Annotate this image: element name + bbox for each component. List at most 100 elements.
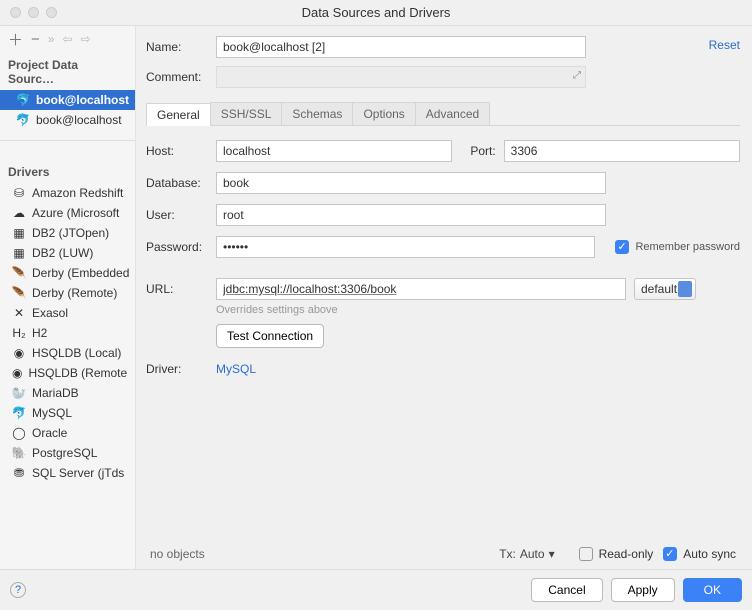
user-input[interactable] — [216, 204, 606, 226]
hsqldb-icon: ◉ — [12, 346, 26, 360]
driver-label: Driver: — [146, 362, 216, 376]
driver-item[interactable]: 🪶Derby (Embedded — [0, 263, 135, 283]
tab-general[interactable]: General — [146, 103, 211, 126]
url-label: URL: — [146, 282, 216, 296]
driver-item[interactable]: 🪶 Derby (Remote) — [0, 283, 135, 303]
no-objects-label: no objects — [150, 547, 205, 561]
driver-label: MariaDB — [32, 386, 79, 400]
data-source-label: book@localhost — [36, 93, 129, 107]
port-label: Port: — [470, 144, 495, 158]
apply-button[interactable]: Apply — [611, 578, 675, 602]
azure-icon: ☁ — [12, 206, 26, 220]
test-connection-button[interactable]: Test Connection — [216, 324, 324, 348]
driver-label: Derby (Remote) — [32, 286, 117, 300]
help-button[interactable]: ? — [10, 582, 26, 598]
driver-item[interactable]: ⛃SQL Server (jTds — [0, 463, 135, 483]
driver-item[interactable]: ▦ DB2 (JTOpen) — [0, 223, 135, 243]
driver-item[interactable]: ⛁Amazon Redshift — [0, 183, 135, 203]
forward-icon[interactable]: ⇨ — [81, 32, 91, 46]
url-mode-select[interactable]: default — [634, 278, 696, 300]
driver-label: DB2 (LUW) — [32, 246, 93, 260]
minimize-window-icon[interactable] — [28, 7, 39, 18]
url-hint: Overrides settings above — [216, 304, 740, 316]
host-label: Host: — [146, 144, 216, 158]
driver-item[interactable]: ◯ Oracle — [0, 423, 135, 443]
add-button[interactable]: ＋ — [8, 29, 23, 50]
driver-label: HSQLDB (Local) — [32, 346, 121, 360]
data-source-item[interactable]: 🐬 book@localhost — [0, 110, 135, 130]
window-title: Data Sources and Drivers — [302, 5, 451, 20]
mysql-icon: 🐬 — [16, 113, 30, 127]
remember-password-checkbox[interactable] — [615, 240, 629, 254]
derby-icon: 🪶 — [12, 266, 26, 280]
cancel-button[interactable]: Cancel — [531, 578, 602, 602]
derby-icon: 🪶 — [12, 286, 26, 300]
tabs: General SSH/SSL Schemas Options Advanced — [146, 102, 740, 126]
tab-options[interactable]: Options — [352, 102, 415, 125]
tab-advanced[interactable]: Advanced — [415, 102, 490, 125]
data-sources-tree: 🐬 book@localhost 🐬 book@localhost — [0, 90, 135, 136]
port-input[interactable] — [504, 140, 740, 162]
database-label: Database: — [146, 176, 216, 190]
toolbar-chevrons-icon[interactable]: » — [48, 32, 55, 46]
driver-item[interactable]: ◉ HSQLDB (Local) — [0, 343, 135, 363]
data-source-item[interactable]: 🐬 book@localhost — [0, 90, 135, 110]
url-mode-value: default — [641, 282, 677, 296]
tab-ssh-ssl[interactable]: SSH/SSL — [210, 102, 283, 125]
status-bar: no objects Tx: Auto ▾ Read-only Auto syn… — [146, 539, 740, 569]
driver-label: DB2 (JTOpen) — [32, 226, 109, 240]
close-window-icon[interactable] — [10, 7, 21, 18]
driver-item[interactable]: ◉HSQLDB (Remote — [0, 363, 135, 383]
name-input[interactable] — [216, 36, 586, 58]
url-input[interactable] — [216, 278, 626, 300]
dialog-footer: ? Cancel Apply OK — [0, 569, 752, 610]
name-label: Name: — [146, 40, 216, 54]
driver-item[interactable]: ▦ DB2 (LUW) — [0, 243, 135, 263]
tx-label: Tx: — [499, 547, 516, 561]
driver-item[interactable]: H₂ H2 — [0, 323, 135, 343]
sidebar: ＋ − » ⇦ ⇨ Project Data Sourc… 🐬 book@loc… — [0, 26, 136, 569]
driver-label: Azure (Microsoft — [32, 206, 119, 220]
driver-item[interactable]: 🦭MariaDB — [0, 383, 135, 403]
host-input[interactable] — [216, 140, 452, 162]
autosync-checkbox[interactable] — [663, 547, 677, 561]
driver-item[interactable]: ☁ Azure (Microsoft — [0, 203, 135, 223]
expand-icon[interactable]: ⤢ — [573, 70, 581, 81]
driver-label: H2 — [32, 326, 47, 340]
zoom-window-icon[interactable] — [46, 7, 57, 18]
driver-label: MySQL — [32, 406, 72, 420]
remove-button[interactable]: − — [31, 31, 40, 48]
driver-item[interactable]: 🐬MySQL — [0, 403, 135, 423]
divider — [0, 140, 135, 141]
comment-input[interactable]: ⤢ — [216, 66, 586, 88]
database-input[interactable] — [216, 172, 606, 194]
exasol-icon: ✕ — [12, 306, 26, 320]
driver-label: Amazon Redshift — [32, 186, 123, 200]
readonly-checkbox[interactable] — [579, 547, 593, 561]
reset-link[interactable]: Reset — [709, 38, 740, 52]
driver-label: PostgreSQL — [32, 446, 97, 460]
driver-label: Exasol — [32, 306, 68, 320]
oracle-icon: ◯ — [12, 426, 26, 440]
remember-password-label: Remember password — [635, 241, 740, 253]
readonly-label: Read-only — [599, 547, 654, 561]
drivers-header: Drivers — [0, 159, 135, 183]
back-icon[interactable]: ⇦ — [62, 32, 72, 46]
driver-item[interactable]: ✕ Exasol — [0, 303, 135, 323]
main-panel: Reset Name: Comment: ⤢ General SSH/SSL S… — [136, 26, 752, 569]
sqlserver-icon: ⛃ — [12, 466, 26, 480]
tab-schemas[interactable]: Schemas — [281, 102, 353, 125]
ok-button[interactable]: OK — [683, 578, 742, 602]
password-input[interactable] — [216, 236, 595, 258]
project-data-sources-header: Project Data Sourc… — [0, 52, 135, 90]
db2-icon: ▦ — [12, 226, 26, 240]
chevron-down-icon[interactable]: ▾ — [549, 547, 555, 561]
titlebar: Data Sources and Drivers — [0, 0, 752, 26]
driver-label: Oracle — [32, 426, 67, 440]
drivers-list: ⛁Amazon Redshift ☁ Azure (Microsoft ▦ DB2 … — [0, 183, 135, 489]
tx-value[interactable]: Auto — [520, 547, 545, 561]
driver-link[interactable]: MySQL — [216, 362, 256, 376]
driver-item[interactable]: 🐘PostgreSQL — [0, 443, 135, 463]
db2-icon: ▦ — [12, 246, 26, 260]
h2-icon: H₂ — [12, 326, 26, 340]
